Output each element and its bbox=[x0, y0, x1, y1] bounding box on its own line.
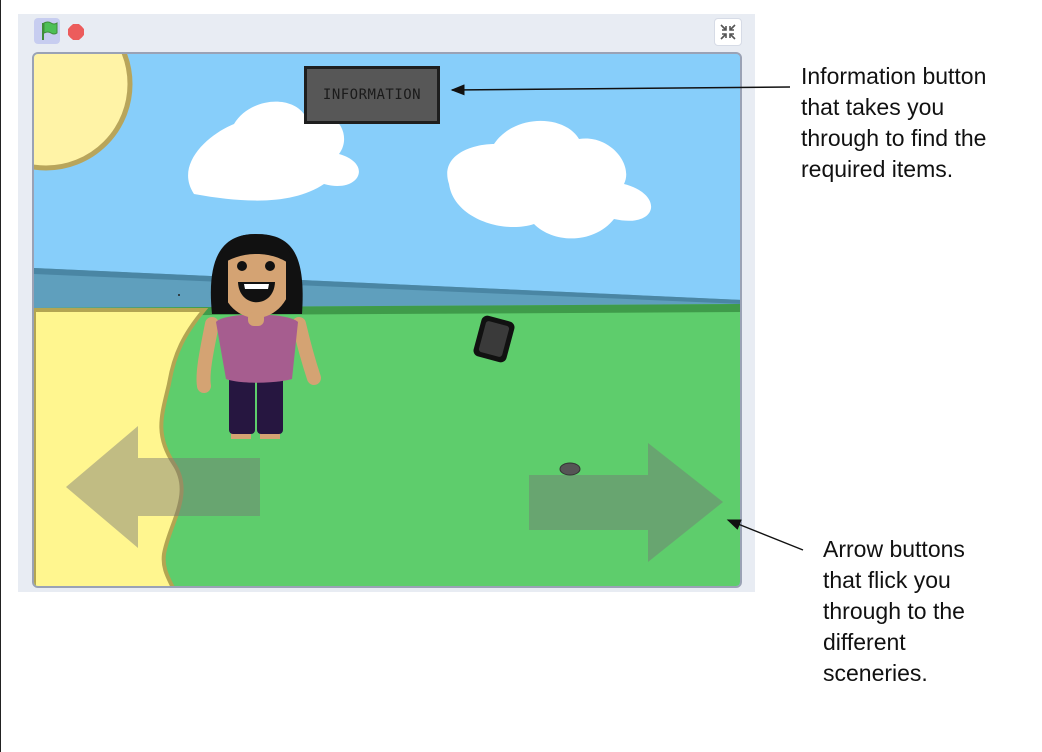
information-button[interactable]: INFORMATION bbox=[304, 66, 440, 124]
stop-button[interactable] bbox=[68, 24, 84, 40]
shrink-fullscreen-icon bbox=[720, 24, 736, 40]
arrow-buttons-annotation: Arrow buttons that flick you through to … bbox=[823, 536, 965, 686]
game-stage[interactable]: INFORMATION bbox=[32, 52, 742, 588]
stage-scene bbox=[34, 54, 740, 586]
info-button-annotation: Information button that takes you throug… bbox=[801, 63, 987, 182]
stop-icon bbox=[68, 24, 84, 40]
rock-item[interactable] bbox=[559, 462, 581, 476]
player-toolbar bbox=[18, 14, 755, 50]
green-flag-button[interactable] bbox=[34, 18, 60, 44]
green-flag-icon bbox=[42, 21, 58, 40]
page-left-border bbox=[0, 0, 1, 752]
exit-fullscreen-button[interactable] bbox=[714, 18, 742, 46]
project-player: INFORMATION bbox=[18, 14, 755, 592]
